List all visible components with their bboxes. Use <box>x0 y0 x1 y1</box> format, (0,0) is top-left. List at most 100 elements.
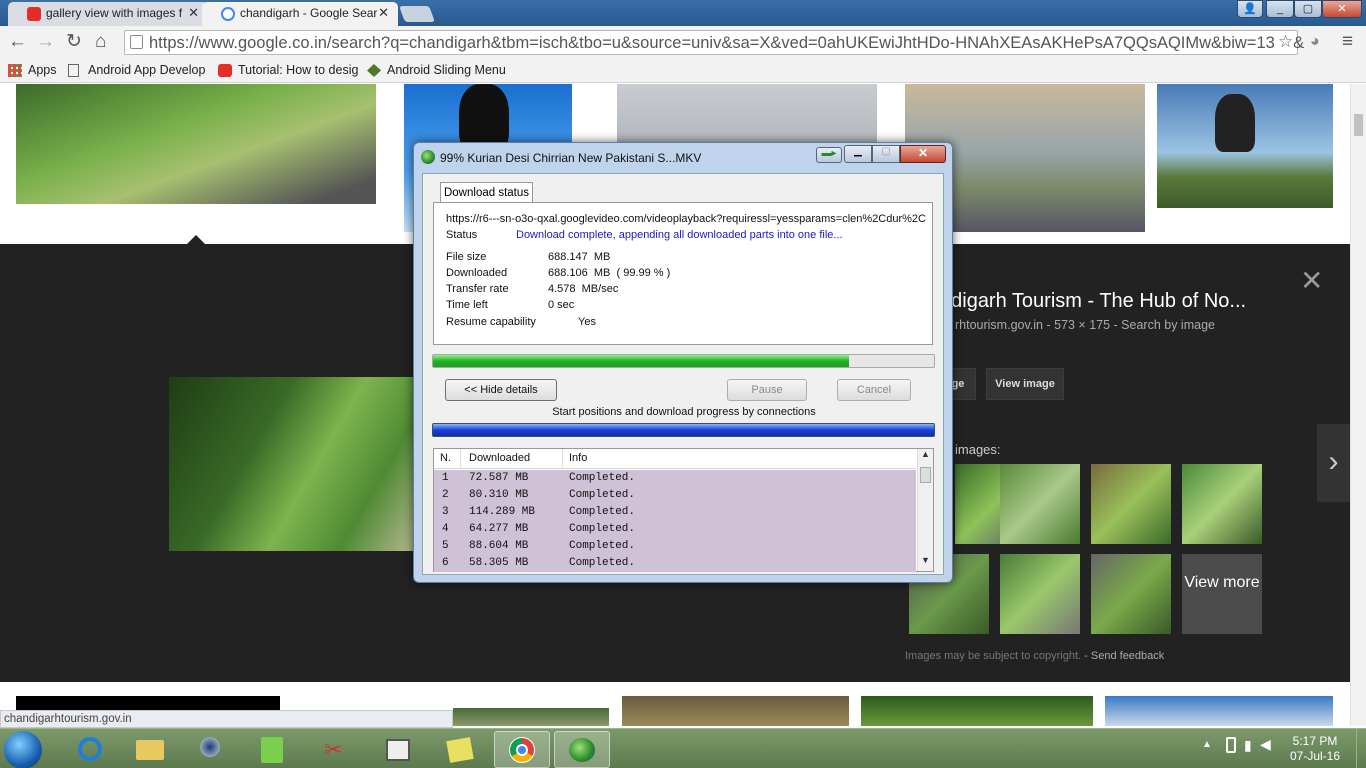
result-thumbnail[interactable] <box>622 696 849 726</box>
windows-taskbar: ✂ ▲ ▮ ◀ 5:17 PM 07-Jul-16 <box>0 728 1366 768</box>
maximize-button[interactable]: ▢ <box>1294 0 1322 18</box>
media-icon[interactable] <box>368 731 424 768</box>
new-tab-button[interactable] <box>399 6 435 22</box>
result-thumbnail[interactable] <box>453 708 609 726</box>
page-scrollbar[interactable] <box>1350 84 1366 726</box>
network-icon[interactable]: ▮ <box>1244 737 1252 754</box>
forward-arrow-icon[interactable]: → <box>36 31 55 53</box>
hide-details-button[interactable]: << Hide details <box>445 379 557 401</box>
cancel-button[interactable]: Cancel <box>837 379 911 401</box>
result-thumbnail[interactable] <box>861 696 1093 726</box>
minimize-button[interactable]: _ <box>1266 0 1294 18</box>
scrollbar-thumb[interactable] <box>1354 114 1363 136</box>
tab-gallery-view[interactable]: gallery view with images f ✕ <box>8 2 208 26</box>
column-n[interactable]: N. <box>440 452 451 464</box>
status-bar-url: chandigarhtourism.gov.in <box>0 710 453 728</box>
dialog-body: Download status https://r6---sn-o3o-qxal… <box>422 173 944 575</box>
page-icon <box>68 64 79 77</box>
close-tab-icon[interactable]: ✕ <box>188 2 199 24</box>
file-size-label: File size <box>446 251 487 263</box>
send-feedback-link[interactable]: Send feedback <box>1091 650 1164 662</box>
dialog-close-button[interactable]: ✕ <box>900 145 946 163</box>
scroll-up-icon[interactable]: ▲ <box>918 449 933 465</box>
url-text[interactable]: https://www.google.co.in/search?q=chandi… <box>149 34 1304 53</box>
start-button[interactable] <box>4 731 42 768</box>
related-thumbnail[interactable] <box>1000 554 1080 634</box>
show-desktop-button[interactable] <box>1356 729 1366 768</box>
back-arrow-icon[interactable]: ← <box>8 31 27 53</box>
sticky-notes-icon[interactable] <box>430 731 486 768</box>
webcam-icon[interactable] <box>182 731 238 768</box>
tab-chandigarh[interactable]: chandigarh - Google Sear ✕ <box>202 2 398 26</box>
table-row[interactable]: 6 58.305 MB Completed. <box>434 555 916 572</box>
youtube-icon <box>218 64 232 77</box>
view-more-button[interactable]: View more <box>1182 554 1262 634</box>
youtube-icon <box>27 7 41 21</box>
bookmark-android-sliding[interactable]: Android Sliding Menu <box>367 63 506 77</box>
list-header: N. Downloaded Info <box>434 449 916 469</box>
cell-downloaded: 114.289 MB <box>469 506 536 518</box>
related-thumbnail[interactable] <box>1182 464 1262 544</box>
pause-button[interactable]: Pause <box>727 379 807 401</box>
cell-info: Completed. <box>569 472 636 484</box>
result-thumbnail[interactable] <box>16 84 376 204</box>
close-icon[interactable]: ✕ <box>1300 264 1323 297</box>
menu-icon[interactable]: ≡ <box>1342 31 1353 53</box>
android-icon <box>367 64 381 77</box>
dialog-minimize-to-tray-button[interactable]: ▬▸ <box>816 147 842 163</box>
show-hidden-icons-icon[interactable]: ▲ <box>1202 739 1212 750</box>
bookmark-apps[interactable]: Apps <box>8 63 57 77</box>
preview-title[interactable]: ndigarh Tourism - The Hub of No... <box>940 290 1246 313</box>
related-thumbnail[interactable] <box>1091 464 1171 544</box>
cell-n: 1 <box>442 472 449 484</box>
result-thumbnail[interactable] <box>1105 696 1333 726</box>
related-thumbnail[interactable] <box>1091 554 1171 634</box>
bookmark-android-app[interactable]: Android App Develop <box>68 63 205 77</box>
bookmarks-bar: Apps Android App Develop Tutorial: How t… <box>0 58 1366 83</box>
address-bar[interactable]: https://www.google.co.in/search?q=chandi… <box>124 30 1304 55</box>
bookmark-star-icon[interactable]: ☆ <box>1275 32 1294 52</box>
browser-tab-bar: gallery view with images f ✕ chandigarh … <box>0 0 1366 26</box>
close-window-button[interactable]: ✕ <box>1322 0 1362 18</box>
related-thumbnail[interactable] <box>1000 464 1080 544</box>
cell-downloaded: 72.587 MB <box>469 472 529 484</box>
bookmark-tutorial[interactable]: Tutorial: How to desig <box>218 63 358 77</box>
dialog-minimize-button[interactable]: ▁ <box>844 145 872 163</box>
view-image-button[interactable]: View image <box>986 368 1064 400</box>
file-explorer-icon[interactable] <box>122 731 178 768</box>
page-icon <box>130 35 143 49</box>
table-row[interactable]: 3 114.289 MB Completed. <box>434 504 916 521</box>
list-scrollbar[interactable]: ▲ ▼ <box>917 449 933 571</box>
result-thumbnail[interactable] <box>1157 84 1333 208</box>
close-tab-icon[interactable]: ✕ <box>378 2 389 24</box>
copyright-notice: Images may be subject to copyright. - Se… <box>905 650 1165 662</box>
table-row[interactable]: 5 88.604 MB Completed. <box>434 538 916 555</box>
reload-icon[interactable]: ↻ <box>66 31 82 53</box>
internet-download-manager-icon[interactable] <box>554 731 610 768</box>
connections-list[interactable]: N. Downloaded Info 1 72.587 MB Completed. 2… <box>433 448 934 572</box>
cell-n: 6 <box>442 557 449 569</box>
extension-icon[interactable]: ◕ <box>1310 31 1320 53</box>
chrome-icon[interactable] <box>494 731 550 768</box>
home-icon[interactable]: ⌂ <box>95 31 106 53</box>
cell-info: Completed. <box>569 540 636 552</box>
table-row[interactable]: 1 72.587 MB Completed. <box>434 470 916 487</box>
next-arrow-icon[interactable]: › <box>1317 424 1350 502</box>
file-size-value: 688.147 MB <box>548 251 611 263</box>
internet-explorer-icon[interactable] <box>62 731 118 768</box>
scroll-down-icon[interactable]: ▼ <box>918 555 933 571</box>
battery-icon[interactable] <box>1226 737 1236 753</box>
related-images-label: images: <box>955 442 1001 457</box>
snipping-tool-icon[interactable]: ✂ <box>306 731 362 768</box>
table-row[interactable]: 2 80.310 MB Completed. <box>434 487 916 504</box>
column-downloaded[interactable]: Downloaded <box>469 452 530 464</box>
preview-image[interactable] <box>169 377 429 551</box>
scrollbar-thumb[interactable] <box>920 467 931 483</box>
google-icon <box>221 7 235 21</box>
tab-download-status[interactable]: Download status <box>440 182 533 204</box>
notepad-icon[interactable] <box>244 731 300 768</box>
system-clock[interactable]: 5:17 PM 07-Jul-16 <box>1270 734 1360 764</box>
column-info[interactable]: Info <box>569 452 587 464</box>
user-profile-icon[interactable]: 👤 <box>1237 0 1263 18</box>
table-row[interactable]: 4 64.277 MB Completed. <box>434 521 916 538</box>
